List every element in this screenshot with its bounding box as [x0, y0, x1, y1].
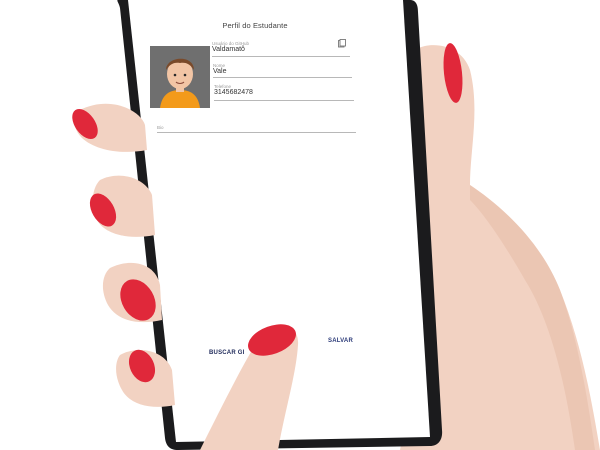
bio-field[interactable]: Bio	[157, 123, 357, 139]
save-button[interactable]: SALVAR	[328, 338, 353, 344]
phone-value: 3145682478	[214, 89, 253, 96]
github-user-value: Valdamatô	[212, 46, 245, 53]
name-underline	[213, 77, 352, 78]
profile-avatar[interactable]	[150, 46, 210, 108]
bio-underline	[157, 132, 356, 133]
github-user-underline	[212, 56, 350, 57]
phone-in-hand-scene: Perfil do Estudante Usuário do GitHub Va…	[0, 0, 600, 450]
copy-icon[interactable]	[338, 39, 346, 48]
name-value: Vale	[213, 68, 227, 75]
phone-field[interactable]: Telefone 3145682478	[214, 84, 354, 104]
name-field[interactable]: Nome Vale	[213, 63, 353, 83]
phone-underline	[214, 100, 354, 101]
bio-label: Bio	[157, 125, 164, 130]
search-github-button[interactable]: BUSCAR GI	[209, 350, 244, 356]
boy-avatar-icon	[150, 46, 210, 108]
github-user-field[interactable]: Usuário do GitHub Valdamatô	[212, 41, 352, 61]
page-title: Perfil do Estudante	[222, 21, 288, 30]
